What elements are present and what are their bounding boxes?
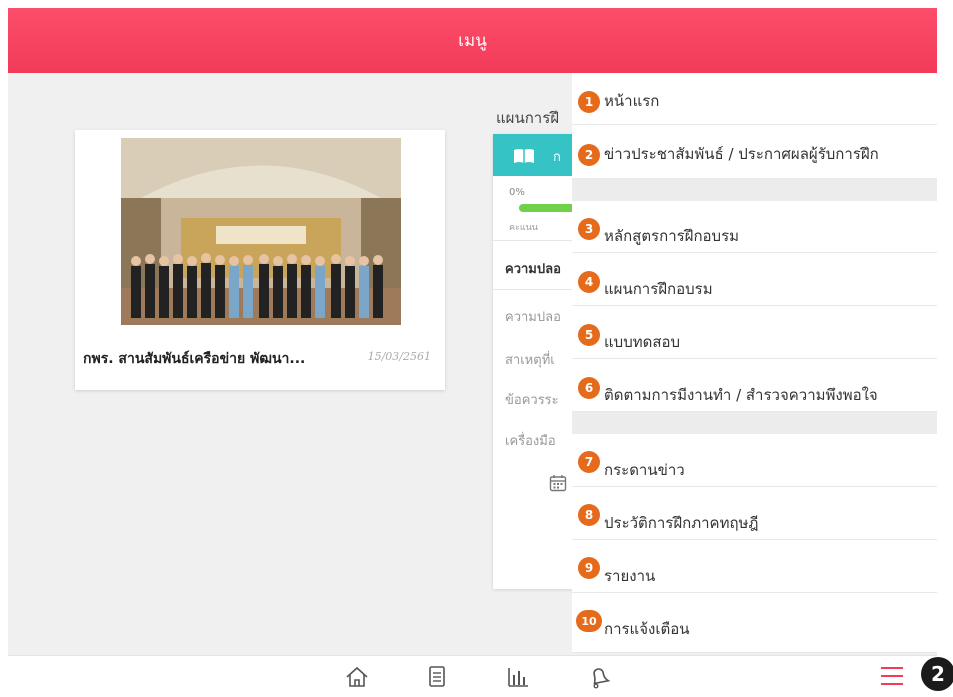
chart-icon[interactable] bbox=[505, 664, 531, 690]
menu-item-courses[interactable]: หลักสูตรการฝึกอบรม bbox=[572, 201, 937, 253]
menu-item-label: กระดานข่าว bbox=[604, 461, 685, 479]
bell-icon[interactable] bbox=[586, 664, 612, 690]
plan-title: แผนการฝึ bbox=[496, 109, 560, 127]
menu-item-quiz[interactable]: แบบทดสอบ bbox=[572, 306, 937, 359]
menu-number-badge: 5 bbox=[578, 324, 600, 346]
plan-card-header: ก bbox=[493, 134, 583, 176]
divider bbox=[493, 240, 583, 241]
divider bbox=[493, 289, 583, 290]
header-title: เมนู bbox=[458, 31, 487, 51]
callout-badge: 2 bbox=[921, 657, 953, 691]
menu-number-badge: 10 bbox=[576, 610, 602, 632]
news-title[interactable]: กพร. สานสัมพันธ์เครือข่าย พัฒนา... bbox=[83, 348, 305, 370]
plan-row[interactable]: ความปลอ bbox=[505, 306, 561, 327]
menu-item-board[interactable]: กระดานข่าว bbox=[572, 434, 937, 487]
menu-icon[interactable] bbox=[881, 666, 903, 686]
calendar-icon bbox=[549, 474, 567, 496]
news-photo bbox=[121, 138, 401, 325]
menu-item-notifications[interactable]: การแจ้งเตือน bbox=[572, 593, 937, 653]
home-icon[interactable] bbox=[344, 664, 370, 690]
menu-item-label: หน้าแรก bbox=[604, 92, 660, 110]
menu-number-badge: 4 bbox=[578, 271, 600, 293]
menu-number-badge: 7 bbox=[578, 451, 600, 473]
menu-number-badge: 3 bbox=[578, 218, 600, 240]
menu-section-gap bbox=[572, 179, 937, 201]
menu-item-label: แผนการฝึกอบรม bbox=[604, 280, 713, 298]
app-frame: เมนู กพร. สานสัมพันธ์เครือข่าย พัฒนา... … bbox=[8, 8, 937, 697]
score-label: คะแนน bbox=[509, 223, 538, 233]
menu-item-label: แบบทดสอบ bbox=[604, 333, 681, 351]
plan-row[interactable]: สาเหตุที่เ bbox=[505, 349, 555, 370]
menu-item-reports[interactable]: รายงาน bbox=[572, 540, 937, 593]
menu-item-label: การแจ้งเตือน bbox=[604, 620, 690, 638]
menu-item-label: หลักสูตรการฝึกอบรม bbox=[604, 227, 740, 245]
menu-number-badge: 2 bbox=[578, 144, 600, 166]
menu-item-employment-survey[interactable]: ติดตามการมีงานทำ / สำรวจความพึงพอใจ bbox=[572, 359, 937, 412]
news-date: 15/03/2561 bbox=[367, 350, 431, 363]
menu-number-badge: 6 bbox=[578, 377, 600, 399]
plan-card-header-label: ก bbox=[553, 150, 561, 165]
menu-item-label: ข่าวประชาสัมพันธ์ / ประกาศผลผู้รับการฝึก bbox=[604, 145, 879, 163]
menu-item-label: ติดตามการมีงานทำ / สำรวจความพึงพอใจ bbox=[604, 386, 878, 404]
menu-number-badge: 8 bbox=[578, 504, 600, 526]
menu-number-badge: 9 bbox=[578, 557, 600, 579]
menu-item-theory-history[interactable]: ประวัติการฝึกภาคทฤษฎี bbox=[572, 487, 937, 540]
menu-section-gap bbox=[572, 412, 937, 434]
bottom-nav bbox=[8, 655, 937, 697]
plan-row[interactable]: ข้อควรระ bbox=[505, 389, 559, 410]
menu-item-news[interactable]: ข่าวประชาสัมพันธ์ / ประกาศผลผู้รับการฝึก bbox=[572, 125, 937, 179]
side-menu: หน้าแรก ข่าวประชาสัมพันธ์ / ประกาศผลผู้ร… bbox=[572, 73, 937, 653]
document-icon[interactable] bbox=[424, 664, 450, 690]
menu-item-home[interactable]: หน้าแรก bbox=[572, 73, 937, 125]
plan-card[interactable]: ก 0% คะแนน ความปลอ ความปลอ สาเหตุที่เ ข้… bbox=[493, 134, 583, 589]
progress-percent: 0% bbox=[509, 187, 525, 198]
header-bar: เมนู bbox=[8, 8, 937, 73]
menu-item-label: ประวัติการฝึกภาคทฤษฎี bbox=[604, 514, 759, 532]
book-icon bbox=[513, 148, 535, 168]
menu-item-label: รายงาน bbox=[604, 567, 656, 585]
plan-row[interactable]: ความปลอ bbox=[505, 258, 561, 279]
plan-row[interactable]: เครื่องมือ bbox=[505, 430, 556, 451]
menu-number-badge: 1 bbox=[578, 91, 600, 113]
news-card[interactable]: กพร. สานสัมพันธ์เครือข่าย พัฒนา... 15/03… bbox=[75, 130, 445, 390]
menu-item-training-plan[interactable]: แผนการฝึกอบรม bbox=[572, 253, 937, 306]
